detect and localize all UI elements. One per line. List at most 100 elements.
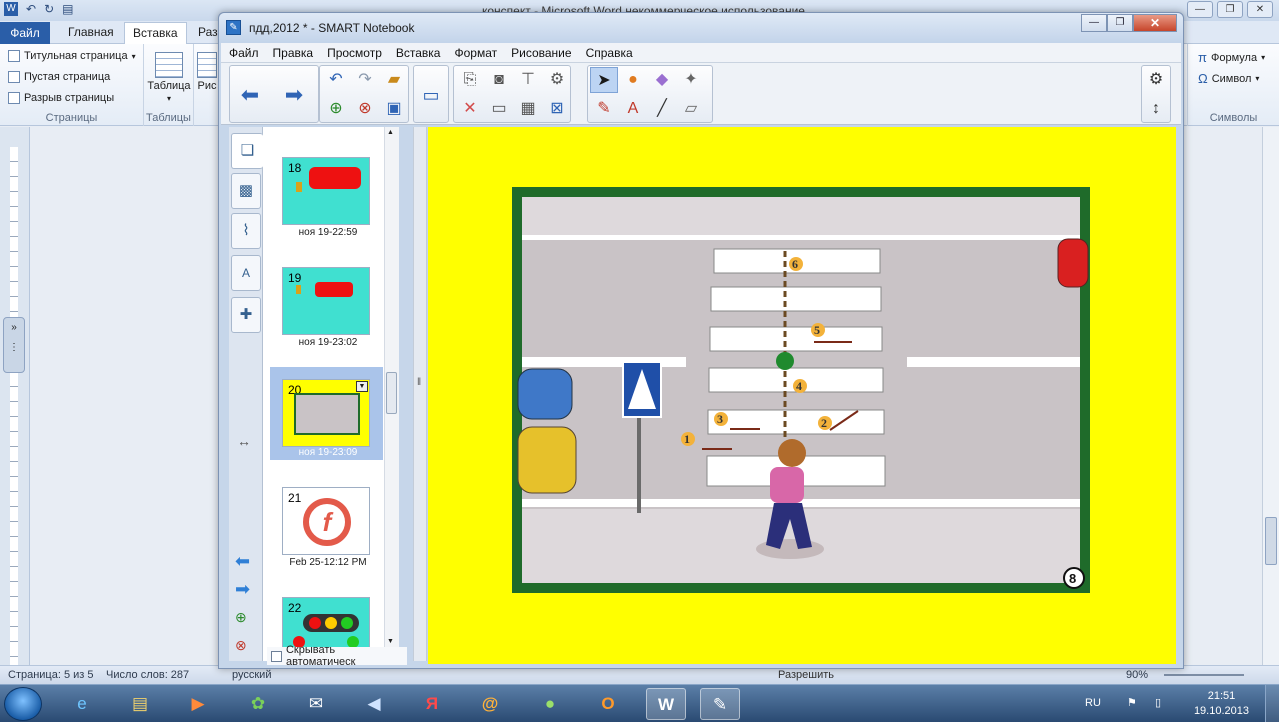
tab-partial[interactable]: Раз — [198, 25, 218, 39]
messenger-icon[interactable]: ✿ — [238, 688, 278, 720]
pane-expander[interactable]: » ⋮ — [3, 317, 25, 373]
cover-page-button[interactable]: Титульная страница ▾ — [8, 50, 136, 62]
line-tool-icon[interactable]: ╱ — [648, 96, 676, 122]
media-player-icon[interactable]: ▶ — [178, 688, 218, 720]
clock[interactable]: 21:51 19.10.2013 — [1194, 689, 1249, 719]
attachments-tab[interactable]: ⌇ — [231, 213, 261, 249]
smart-maximize-button[interactable]: ❐ — [1107, 14, 1133, 32]
autohide-option[interactable]: Скрывать автоматическ — [267, 644, 407, 668]
sorter-delete-page-icon[interactable]: ⊗ — [235, 637, 247, 654]
word-close-button[interactable]: ✕ — [1247, 1, 1273, 18]
slide-thumb-18[interactable]: 18 — [282, 157, 370, 225]
page-break-button[interactable]: Разрыв страницы — [8, 92, 114, 104]
properties-tab[interactable]: A — [231, 255, 261, 291]
panel-splitter[interactable]: ‖ — [413, 127, 427, 661]
picture-button[interactable]: Рис — [196, 52, 218, 92]
yandex-icon[interactable]: Я — [412, 688, 452, 720]
resize-arrows-icon[interactable]: ↔ — [237, 433, 251, 449]
sorter-prev-icon[interactable]: ⬅ — [235, 551, 250, 572]
text-tool-icon[interactable]: A — [619, 96, 647, 122]
internet-explorer-icon[interactable]: e — [62, 688, 102, 720]
mail-icon[interactable]: ✉ — [296, 688, 336, 720]
formula-button[interactable]: π Формула ▾ — [1198, 50, 1265, 65]
slide-thumb-19[interactable]: 19 — [282, 267, 370, 335]
sorter-add-page-icon[interactable]: ⊕ — [235, 609, 247, 626]
shape-tool-icon[interactable]: ● — [619, 67, 647, 93]
browser-ball-icon[interactable]: ● — [530, 688, 570, 720]
redo-icon[interactable]: ↷ — [351, 67, 379, 93]
smart-app-icon[interactable]: ✎ — [226, 20, 241, 35]
battery-icon[interactable]: ▯ — [1155, 696, 1161, 709]
menu-insert[interactable]: Вставка — [388, 43, 447, 62]
next-page-icon[interactable]: ➡ — [280, 82, 308, 108]
smart-taskbar-icon[interactable]: ✎ — [700, 688, 740, 720]
slide-thumb-20[interactable]: 20 ▼ — [282, 379, 370, 447]
zoom-level[interactable]: 90% — [1126, 669, 1148, 681]
screenshot-icon[interactable]: ◙ — [485, 67, 513, 93]
word-minimize-button[interactable]: — — [1187, 1, 1213, 18]
speaker-icon[interactable]: ◀ — [354, 688, 394, 720]
shade-icon[interactable]: ▭ — [485, 96, 513, 122]
magic-pen-icon[interactable]: ✦ — [677, 67, 705, 93]
tab-insert[interactable]: Вставка — [124, 22, 187, 45]
show-desktop-button[interactable] — [1265, 685, 1279, 722]
sorter-next-icon[interactable]: ➡ — [235, 579, 250, 600]
symbol-button[interactable]: Ω Символ ▾ — [1198, 71, 1259, 86]
table-button[interactable]: Таблица ▾ — [146, 52, 192, 104]
input-language[interactable]: RU — [1085, 697, 1101, 709]
delete-page-icon[interactable]: ⊗ — [351, 96, 379, 122]
pen-tool-icon[interactable]: ✎ — [590, 96, 618, 122]
redo-icon[interactable]: ↻ — [44, 2, 54, 16]
prev-page-icon[interactable]: ⬅ — [236, 82, 264, 108]
fill-tool-icon[interactable]: ◆ — [648, 67, 676, 93]
undo-icon[interactable]: ↶ — [26, 2, 36, 16]
display-screen-icon[interactable]: ▭ — [417, 82, 445, 108]
blank-page-button[interactable]: Пустая страница — [8, 71, 110, 83]
menu-format[interactable]: Формат — [446, 43, 503, 62]
zoom-slider[interactable] — [1164, 674, 1244, 676]
word-app-icon[interactable]: W — [4, 2, 18, 16]
page-count[interactable]: Страница: 5 из 5 — [8, 669, 94, 681]
tab-file[interactable]: Файл — [0, 22, 50, 44]
start-button[interactable] — [4, 687, 42, 721]
menu-view[interactable]: Просмотр — [319, 43, 388, 62]
add-page-icon[interactable]: ⊕ — [322, 96, 350, 122]
fullscreen-icon[interactable]: ⊠ — [543, 96, 571, 122]
file-explorer-icon[interactable]: ▤ — [120, 688, 160, 720]
slide-menu-dropdown[interactable]: ▼ — [356, 381, 368, 392]
scroll-up-icon[interactable]: ▲ — [387, 129, 394, 136]
page-sorter-tab[interactable]: ❏ — [231, 133, 263, 169]
save-icon[interactable]: ▤ — [62, 2, 73, 16]
open-file-icon[interactable]: ▰ — [380, 67, 408, 93]
scroll-thumb[interactable] — [1265, 517, 1277, 565]
properties-icon[interactable]: ⚙ — [543, 67, 571, 93]
sorter-scroll-thumb[interactable] — [386, 372, 397, 414]
gallery-tab[interactable]: ▩ — [231, 173, 261, 209]
delete-icon[interactable]: ✕ — [456, 96, 484, 122]
table-insert-icon[interactable]: ▦ — [514, 96, 542, 122]
word-vertical-scrollbar[interactable] — [1262, 127, 1279, 684]
slide-thumb-22[interactable]: 22 — [282, 597, 370, 648]
slide-thumb-21[interactable]: 21 f — [282, 487, 370, 555]
flag-icon[interactable]: ⚑ — [1127, 696, 1137, 709]
word-count[interactable]: Число слов: 287 — [106, 669, 189, 681]
paste-icon[interactable]: ⎘ — [456, 67, 484, 93]
menu-edit[interactable]: Правка — [265, 43, 320, 62]
move-toolbar-icon[interactable]: ↕ — [1142, 96, 1170, 122]
menu-file[interactable]: Файл — [221, 43, 265, 62]
word-restore-button[interactable]: ❐ — [1217, 1, 1243, 18]
select-tool-icon[interactable]: ➤ — [590, 67, 618, 93]
odnoklassniki-icon[interactable]: О — [588, 688, 628, 720]
autohide-checkbox[interactable] — [271, 650, 282, 662]
word-taskbar-icon[interactable]: W — [646, 688, 686, 720]
undo-icon[interactable]: ↶ — [322, 67, 350, 93]
smart-close-button[interactable]: ✕ — [1133, 14, 1177, 32]
crosswalk-scene[interactable]: 1 2 3 4 5 6 8 — [512, 187, 1090, 593]
smart-minimize-button[interactable]: — — [1081, 14, 1107, 32]
whiteboard-canvas[interactable]: 1 2 3 4 5 6 8 — [428, 127, 1176, 664]
menu-help[interactable]: Справка — [578, 43, 639, 62]
menu-draw[interactable]: Рисование — [503, 43, 577, 62]
sorter-scrollbar[interactable]: ▲ ▼ — [384, 127, 399, 647]
mail-ru-icon[interactable]: @ — [470, 688, 510, 720]
tab-home[interactable]: Главная — [68, 25, 114, 39]
